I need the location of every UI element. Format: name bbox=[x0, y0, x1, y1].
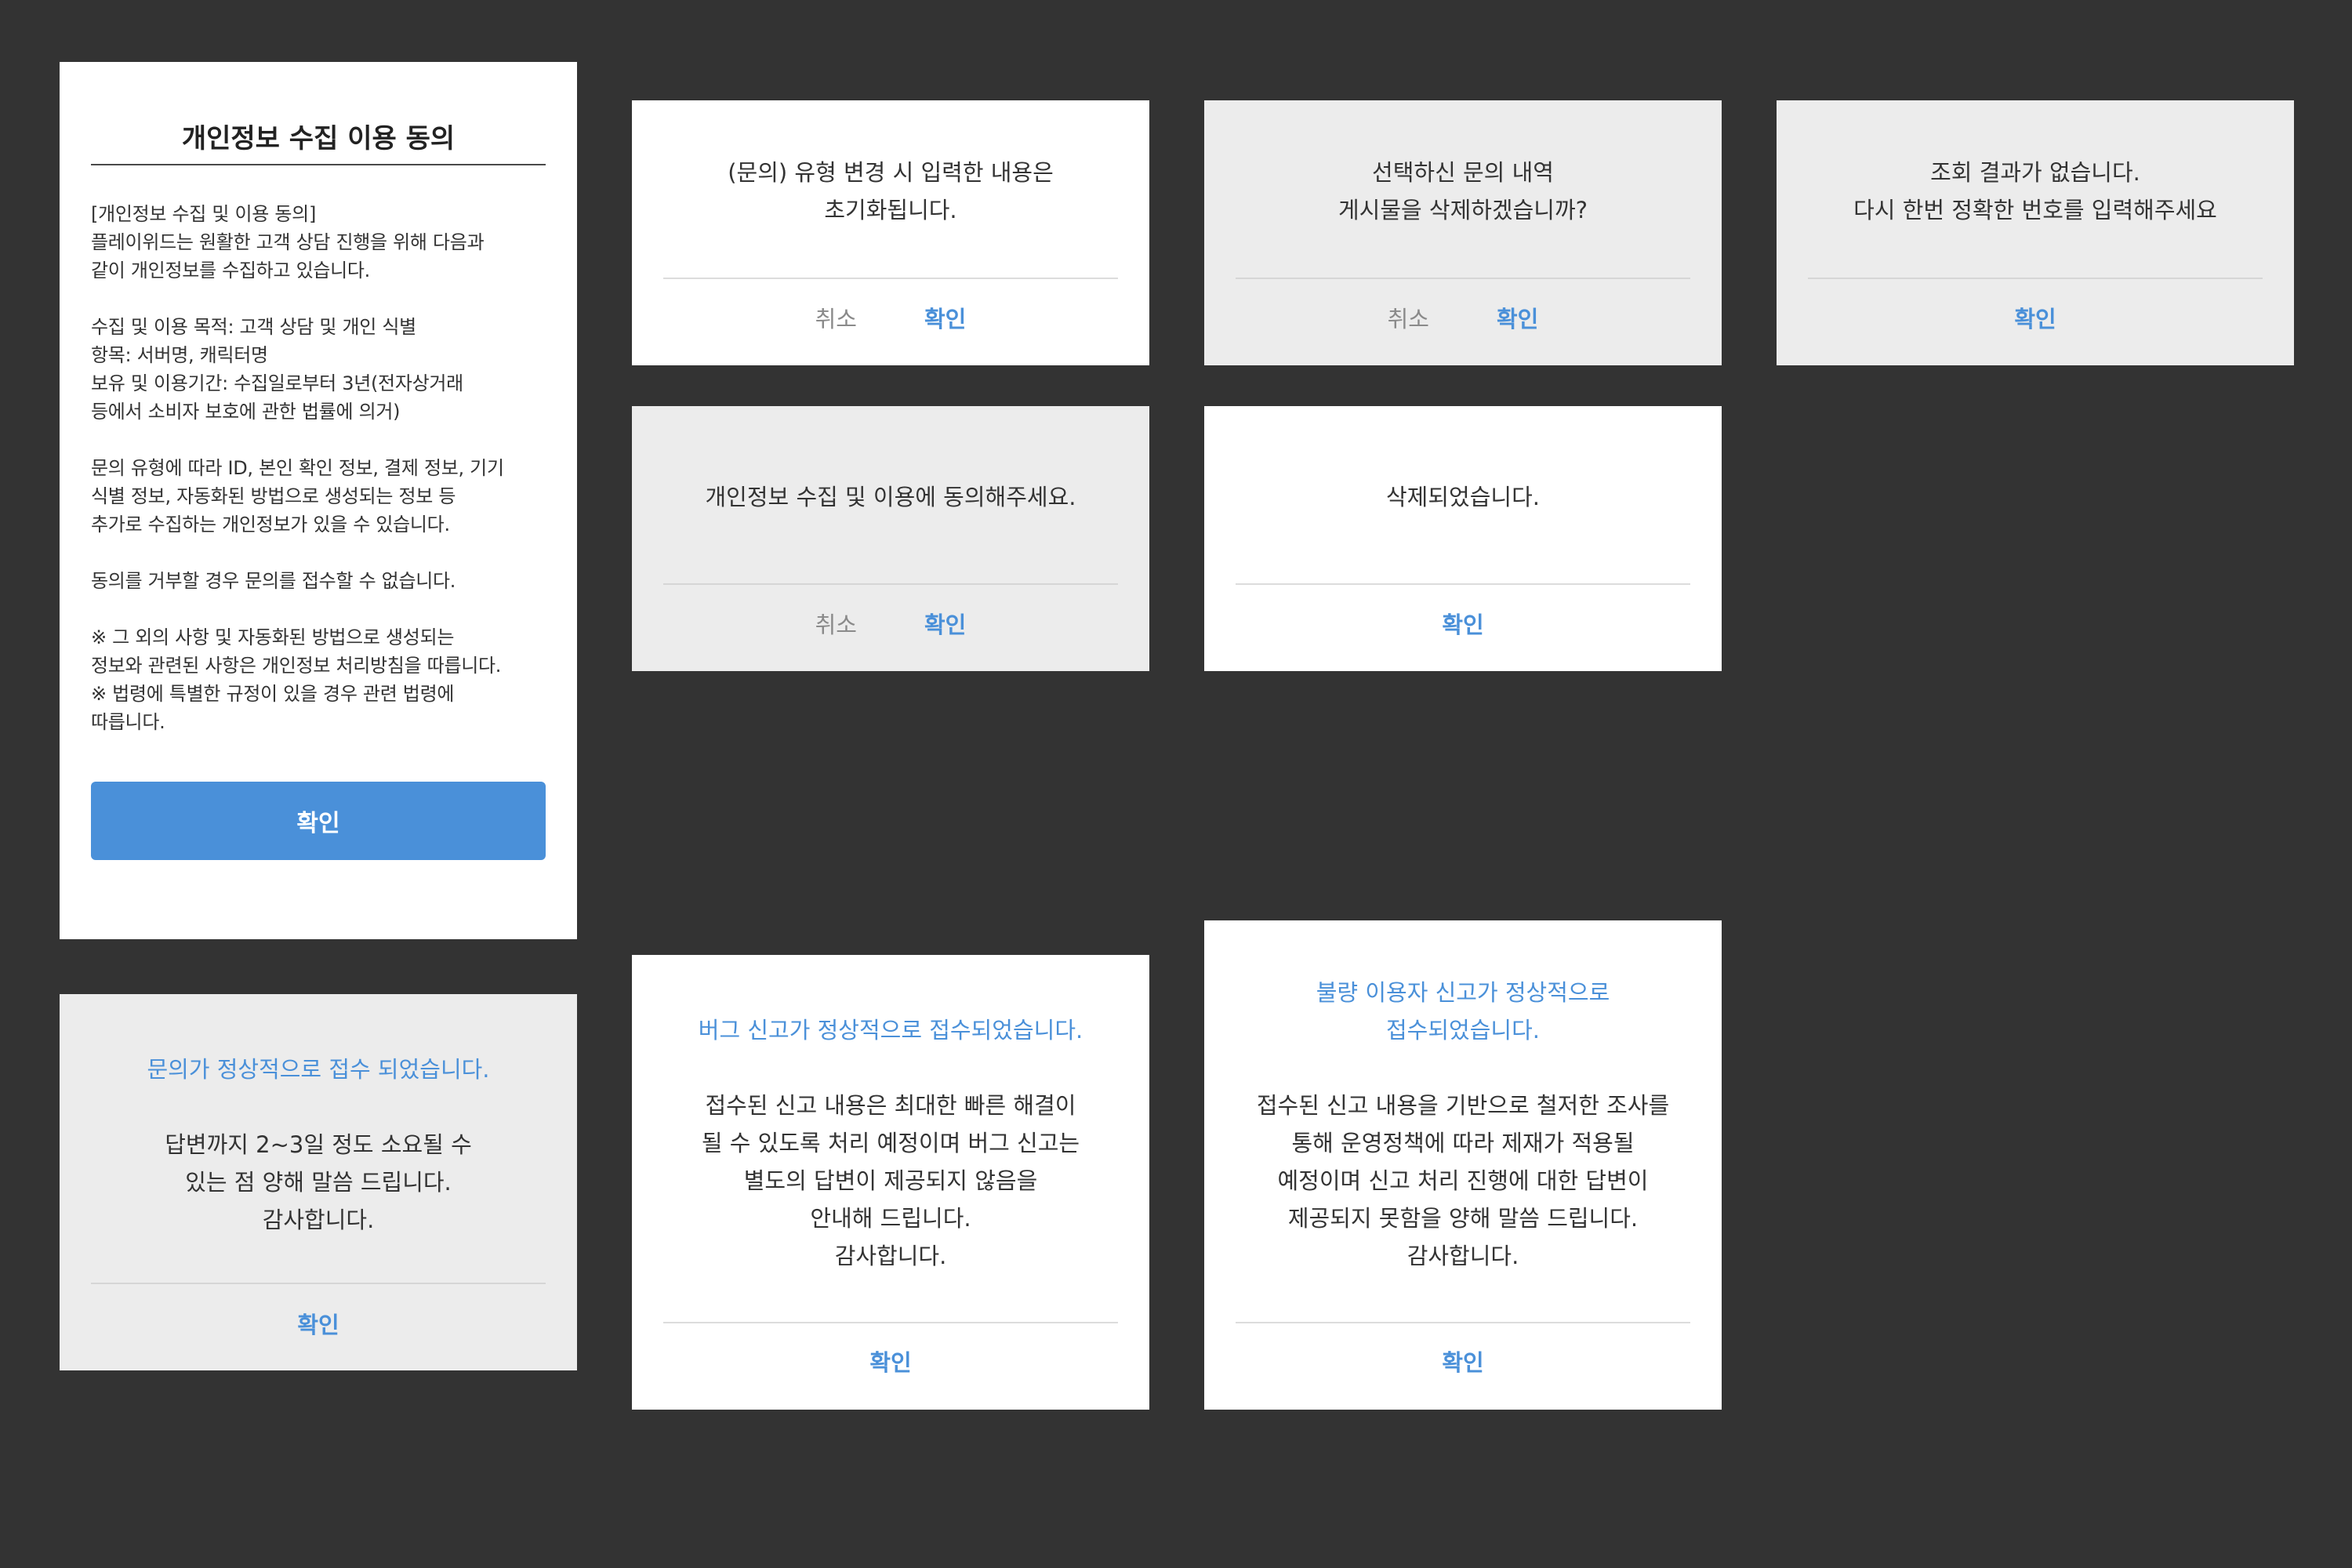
terms-paragraph: [개인정보 수집 및 이용 동의] 플레이위드는 원활한 고객 상담 진행을 위… bbox=[91, 203, 485, 281]
dialog-actions: 확인 bbox=[1777, 294, 2294, 341]
dialog-message: 접수된 신고 내용을 기반으로 철저한 조사를 통해 운영정책에 따라 제재가 … bbox=[1256, 1092, 1670, 1269]
terms-paragraph: 동의를 거부할 경우 문의를 접수할 수 없습니다. bbox=[91, 570, 456, 592]
title-divider bbox=[91, 164, 546, 165]
agree-required-dialog: 개인정보 수집 및 이용에 동의해주세요. 취소 확인 bbox=[632, 406, 1149, 671]
dialog-divider bbox=[663, 278, 1118, 279]
confirm-button[interactable]: 확인 bbox=[869, 1345, 911, 1377]
bug-report-received-dialog: 버그 신고가 정상적으로 접수되었습니다. 접수된 신고 내용은 최대한 빠른 … bbox=[632, 955, 1149, 1410]
dialog-headline: 불량 이용자 신고가 정상적으로 접수되었습니다. bbox=[1316, 979, 1610, 1044]
cancel-button[interactable]: 취소 bbox=[1388, 301, 1429, 334]
inquiry-received-dialog: 문의가 정상적으로 접수 되었습니다. 답변까지 2~3일 정도 소요될 수 있… bbox=[60, 994, 577, 1370]
confirm-button[interactable]: 확인 bbox=[924, 301, 966, 334]
confirm-button[interactable]: 확인 bbox=[297, 1307, 339, 1340]
cancel-button[interactable]: 취소 bbox=[815, 607, 857, 640]
dialog-divider bbox=[663, 1322, 1118, 1323]
dialog-message: 개인정보 수집 및 이용에 동의해주세요. bbox=[705, 484, 1076, 510]
confirm-button[interactable]: 확인 bbox=[1442, 607, 1483, 640]
delete-confirm-dialog: 선택하신 문의 내역 게시물을 삭제하겠습니까? 취소 확인 bbox=[1204, 100, 1722, 365]
privacy-terms-text[interactable]: [개인정보 수집 및 이용 동의] 플레이위드는 원활한 고객 상담 진행을 위… bbox=[91, 200, 546, 764]
dialog-message: 조회 결과가 없습니다. 다시 한번 정확한 번호를 입력해주세요 bbox=[1853, 159, 2217, 223]
dialog-headline: 버그 신고가 정상적으로 접수되었습니다. bbox=[698, 1017, 1083, 1044]
dialog-message: 선택하신 문의 내역 게시물을 삭제하겠습니까? bbox=[1338, 159, 1588, 223]
dialog-actions: 확인 bbox=[60, 1300, 577, 1347]
dialog-divider bbox=[91, 1283, 546, 1284]
dialog-message: 삭제되었습니다. bbox=[1386, 484, 1540, 510]
abuse-report-received-dialog: 불량 이용자 신고가 정상적으로 접수되었습니다. 접수된 신고 내용을 기반으… bbox=[1204, 920, 1722, 1410]
deleted-notice-dialog: 삭제되었습니다. 확인 bbox=[1204, 406, 1722, 671]
dialog-divider bbox=[663, 583, 1118, 585]
dialog-headline: 문의가 정상적으로 접수 되었습니다. bbox=[147, 1056, 490, 1083]
no-result-dialog: 조회 결과가 없습니다. 다시 한번 정확한 번호를 입력해주세요 확인 bbox=[1777, 100, 2294, 365]
dialog-actions: 확인 bbox=[1204, 600, 1722, 647]
confirm-button[interactable]: 확인 bbox=[1497, 301, 1538, 334]
dialog-actions: 확인 bbox=[1204, 1338, 1722, 1385]
terms-paragraph: ※ 그 외의 사항 및 자동화된 방법으로 생성되는 정보와 관련된 사항은 개… bbox=[91, 626, 502, 733]
dialog-divider bbox=[1236, 1322, 1690, 1323]
dialog-actions: 취소 확인 bbox=[1204, 294, 1722, 341]
cancel-button[interactable]: 취소 bbox=[815, 301, 857, 334]
dialog-divider bbox=[1808, 278, 2263, 279]
dialog-divider bbox=[1236, 583, 1690, 585]
dialog-actions: 취소 확인 bbox=[632, 600, 1149, 647]
terms-paragraph: 수집 및 이용 목적: 고객 상담 및 개인 식별 항목: 서버명, 캐릭터명 … bbox=[91, 316, 463, 423]
dialog-message: 답변까지 2~3일 정도 소요될 수 있는 점 양해 말씀 드립니다. 감사합니… bbox=[165, 1131, 472, 1233]
confirm-button[interactable]: 확인 bbox=[91, 782, 546, 860]
confirm-button[interactable]: 확인 bbox=[1442, 1345, 1483, 1377]
dialog-message: (문의) 유형 변경 시 입력한 내용은 초기화됩니다. bbox=[728, 159, 1054, 223]
privacy-consent-dialog: 개인정보 수집 이용 동의 [개인정보 수집 및 이용 동의] 플레이위드는 원… bbox=[60, 62, 577, 939]
dialog-title: 개인정보 수집 이용 동의 bbox=[181, 123, 456, 154]
dialog-actions: 취소 확인 bbox=[632, 294, 1149, 341]
confirm-button[interactable]: 확인 bbox=[924, 607, 966, 640]
reset-warning-dialog: (문의) 유형 변경 시 입력한 내용은 초기화됩니다. 취소 확인 bbox=[632, 100, 1149, 365]
dialog-message: 접수된 신고 내용은 최대한 빠른 해결이 될 수 있도록 처리 예정이며 버그… bbox=[701, 1092, 1080, 1269]
terms-paragraph: 문의 유형에 따라 ID, 본인 확인 정보, 결제 정보, 기기 식별 정보,… bbox=[91, 457, 504, 535]
confirm-button[interactable]: 확인 bbox=[2014, 301, 2056, 334]
dialog-divider bbox=[1236, 278, 1690, 279]
dialog-actions: 확인 bbox=[632, 1338, 1149, 1385]
